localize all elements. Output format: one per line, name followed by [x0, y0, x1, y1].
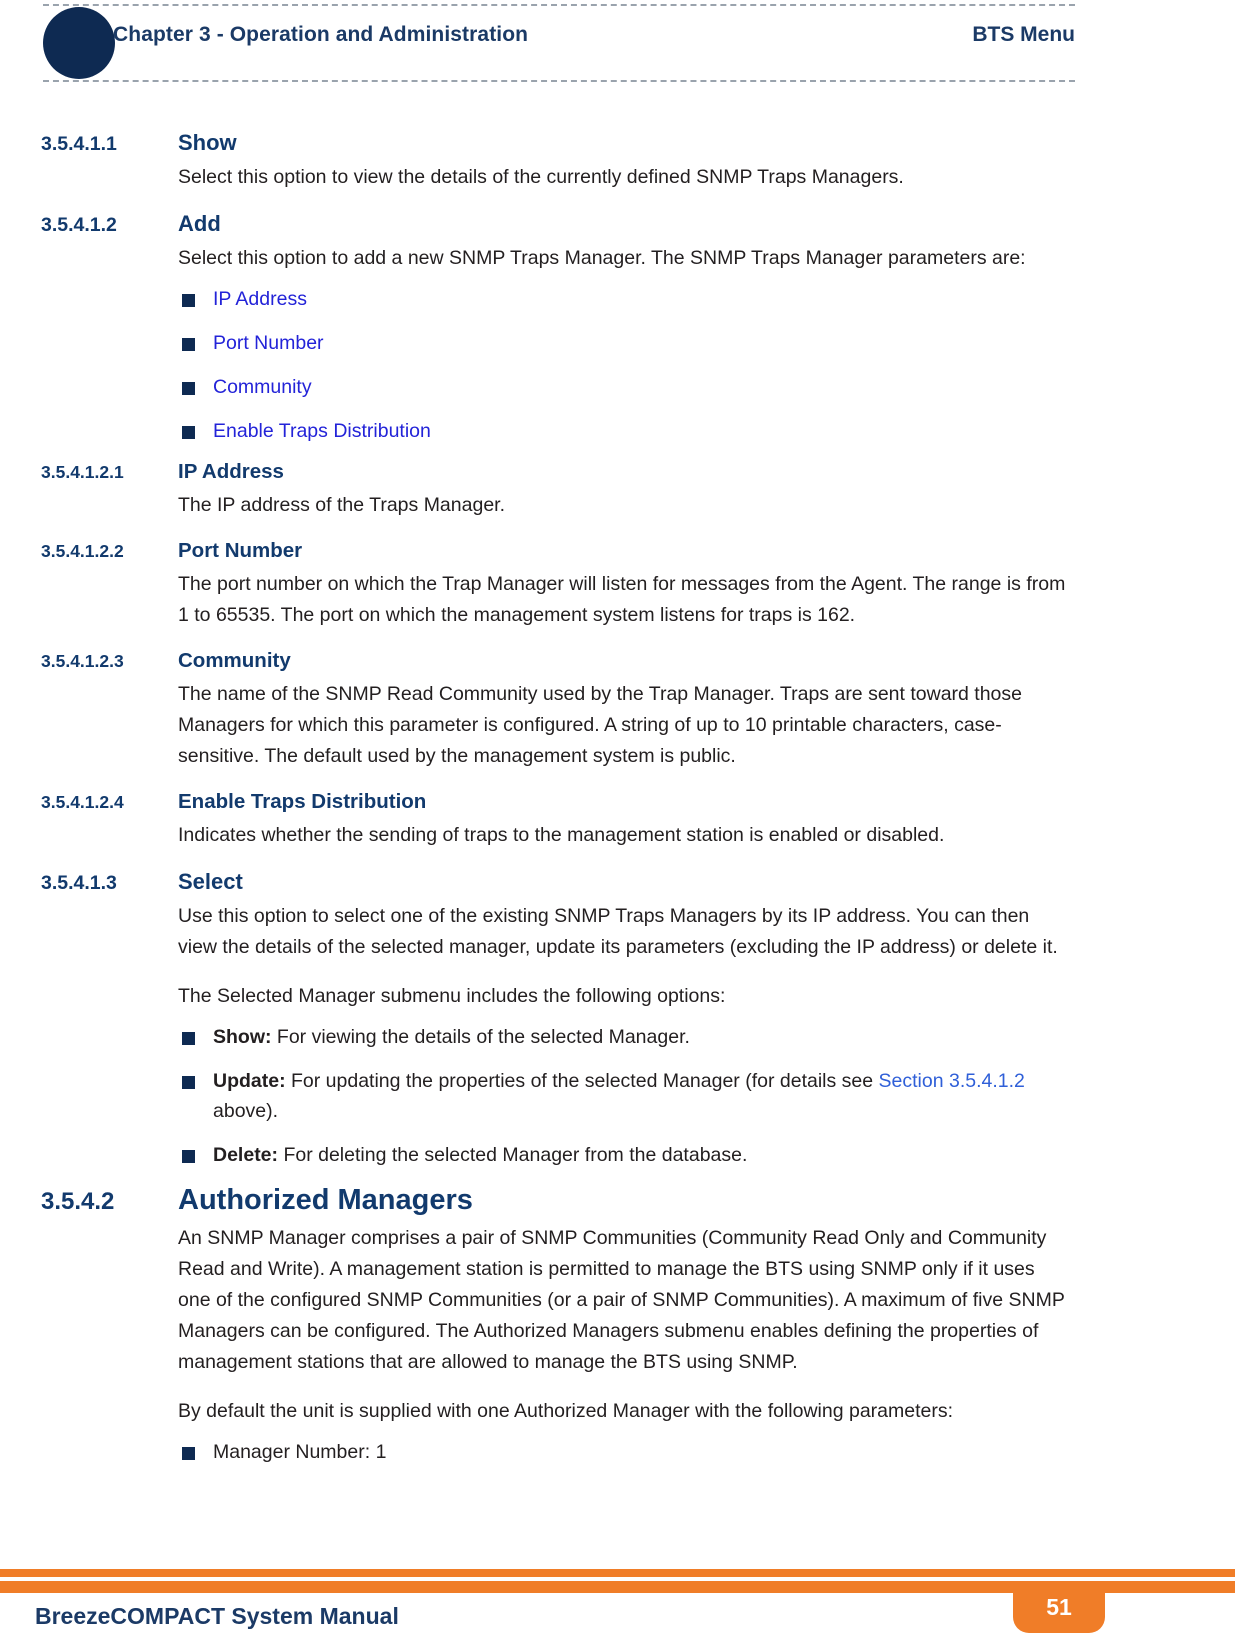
option-text-show: For viewing the details of the selected …: [271, 1026, 690, 1048]
section-ip-address: 3.5.4.1.2.1 IP Address The IP address of…: [0, 460, 1235, 521]
footer-document-title: BreezeCOMPACT System Manual: [35, 1603, 399, 1629]
heading-port-number: 3.5.4.1.2.2 Port Number: [0, 539, 1235, 563]
paragraph-authorized-managers: An SNMP Manager comprises a pair of SNMP…: [178, 1227, 1065, 1373]
paragraph-add: Select this option to add a new SNMP Tra…: [178, 247, 1026, 269]
heading-number: 3.5.4.1.1: [41, 133, 117, 155]
heading-enable-traps-distribution: 3.5.4.1.2.4 Enable Traps Distribution: [0, 790, 1235, 814]
select-options-list: Show: For viewing the details of the sel…: [0, 1022, 1235, 1170]
square-bullet-icon: [182, 1150, 195, 1163]
list-item: IP Address: [0, 284, 1235, 314]
page-header: Chapter 3 - Operation and Administration…: [0, 0, 1235, 100]
list-item: Show: For viewing the details of the sel…: [0, 1022, 1235, 1052]
heading-show: 3.5.4.1.1 Show: [0, 130, 1235, 156]
section-add: 3.5.4.1.2 Add Select this option to add …: [0, 211, 1235, 446]
heading-text: Add: [178, 211, 221, 236]
page-number-badge: 51: [1013, 1581, 1105, 1633]
add-parameters-list: IP Address Port Number Community Enable …: [0, 284, 1235, 446]
heading-number: 3.5.4.1.2.3: [41, 651, 124, 671]
page-footer: BreezeCOMPACT System Manual 51: [0, 1549, 1235, 1639]
heading-number: 3.5.4.1.2.1: [41, 462, 124, 482]
heading-number: 3.5.4.1.2.4: [41, 792, 124, 812]
section-enable-traps-distribution: 3.5.4.1.2.4 Enable Traps Distribution In…: [0, 790, 1235, 851]
link-community[interactable]: Community: [213, 376, 312, 398]
option-label-show: Show:: [213, 1026, 272, 1048]
list-item: Community: [0, 372, 1235, 402]
link-enable-traps-distribution[interactable]: Enable Traps Distribution: [213, 420, 431, 442]
paragraph-show: Select this option to view the details o…: [178, 166, 904, 188]
header-section-label: BTS Menu: [972, 23, 1075, 46]
heading-text: Show: [178, 130, 237, 155]
paragraph-default-intro: By default the unit is supplied with one…: [178, 1400, 954, 1422]
link-ip-address[interactable]: IP Address: [213, 288, 307, 310]
list-item: Enable Traps Distribution: [0, 416, 1235, 446]
header-bottom-rule: [43, 80, 1075, 82]
square-bullet-icon: [182, 426, 195, 439]
default-manager-number: Manager Number: 1: [213, 1441, 387, 1463]
heading-text: IP Address: [178, 460, 284, 483]
heading-text: Community: [178, 649, 291, 672]
heading-text: Enable Traps Distribution: [178, 790, 427, 813]
square-bullet-icon: [182, 1447, 195, 1460]
list-item: Update: For updating the properties of t…: [0, 1066, 1235, 1126]
heading-select: 3.5.4.1.3 Select: [0, 869, 1235, 895]
heading-number: 3.5.4.1.3: [41, 872, 117, 894]
list-item: Port Number: [0, 328, 1235, 358]
section-select: 3.5.4.1.3 Select Use this option to sele…: [0, 869, 1235, 1170]
default-parameters-list: Manager Number: 1: [0, 1437, 1235, 1467]
square-bullet-icon: [182, 382, 195, 395]
square-bullet-icon: [182, 294, 195, 307]
heading-number: 3.5.4.2: [41, 1188, 115, 1215]
section-authorized-managers: 3.5.4.2 Authorized Managers An SNMP Mana…: [0, 1184, 1235, 1467]
paragraph-select: Use this option to select one of the exi…: [178, 905, 1058, 958]
square-bullet-icon: [182, 1032, 195, 1045]
option-text-update-after: above).: [213, 1100, 279, 1122]
heading-number: 3.5.4.1.2: [41, 214, 117, 236]
link-port-number[interactable]: Port Number: [213, 332, 324, 354]
paragraph-community: The name of the SNMP Read Community used…: [178, 683, 1022, 767]
option-label-delete: Delete:: [213, 1144, 279, 1166]
option-text-delete: For deleting the selected Manager from t…: [278, 1144, 748, 1166]
heading-text: Port Number: [178, 539, 303, 562]
heading-number: 3.5.4.1.2.2: [41, 541, 124, 561]
heading-text: Select: [178, 869, 243, 894]
heading-text: Authorized Managers: [178, 1184, 473, 1216]
heading-add: 3.5.4.1.2 Add: [0, 211, 1235, 237]
chapter-circle-decoration: [43, 7, 115, 79]
option-label-update: Update:: [213, 1070, 286, 1092]
list-item: Delete: For deleting the selected Manage…: [0, 1140, 1235, 1170]
paragraph-ip-address: The IP address of the Traps Manager.: [178, 494, 505, 516]
paragraph-select-submenu-intro: The Selected Manager submenu includes th…: [178, 985, 726, 1007]
section-show: 3.5.4.1.1 Show Select this option to vie…: [0, 130, 1235, 193]
heading-community: 3.5.4.1.2.3 Community: [0, 649, 1235, 673]
section-port-number: 3.5.4.1.2.2 Port Number The port number …: [0, 539, 1235, 631]
header-top-rule: [43, 4, 1075, 6]
heading-authorized-managers: 3.5.4.2 Authorized Managers: [0, 1184, 1235, 1217]
paragraph-enable-traps-distribution: Indicates whether the sending of traps t…: [178, 824, 945, 846]
list-item: Manager Number: 1: [0, 1437, 1235, 1467]
footer-accent-bar-top: [0, 1569, 1235, 1577]
paragraph-port-number: The port number on which the Trap Manage…: [178, 573, 1066, 626]
link-section-reference[interactable]: Section 3.5.4.1.2: [879, 1070, 1025, 1092]
square-bullet-icon: [182, 338, 195, 351]
chapter-title: Chapter 3 - Operation and Administration: [113, 23, 529, 46]
section-community: 3.5.4.1.2.3 Community The name of the SN…: [0, 649, 1235, 772]
heading-ip-address: 3.5.4.1.2.1 IP Address: [0, 460, 1235, 484]
square-bullet-icon: [182, 1076, 195, 1089]
page-content: 3.5.4.1.1 Show Select this option to vie…: [0, 130, 1235, 1481]
option-text-update: For updating the properties of the selec…: [285, 1070, 879, 1092]
